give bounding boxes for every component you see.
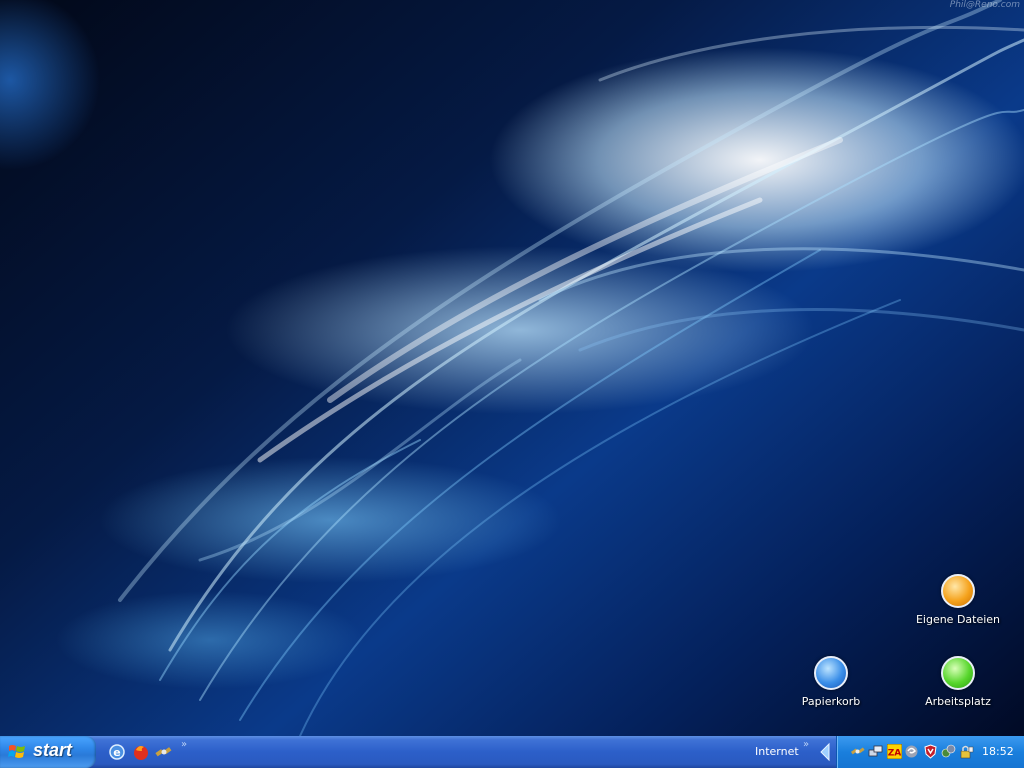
- desktop-icon-label: Papierkorb: [801, 695, 861, 708]
- taskbar-clock[interactable]: 18:52: [982, 745, 1014, 758]
- start-button[interactable]: start: [0, 736, 96, 768]
- desktop-icon-my-documents[interactable]: Eigene Dateien: [913, 574, 1003, 626]
- svg-text:e: e: [113, 746, 120, 759]
- satellite-tray-icon[interactable]: [850, 744, 865, 759]
- quick-launch-chevron-icon[interactable]: »: [181, 739, 187, 750]
- address-toolbar-label: Internet: [755, 745, 799, 758]
- antivirus-shield-icon[interactable]: [923, 744, 938, 759]
- address-toolbar-chevron-icon[interactable]: »: [803, 739, 809, 750]
- taskbar: start e » Internet » ZA 18:52: [0, 736, 1024, 768]
- firefox-icon[interactable]: [131, 742, 151, 762]
- zonealarm-icon[interactable]: ZA: [887, 744, 902, 759]
- network-tray-icon[interactable]: [868, 744, 883, 759]
- start-label: start: [33, 740, 73, 760]
- swirl-tray-icon[interactable]: [904, 744, 919, 759]
- satellite-icon[interactable]: [154, 742, 174, 762]
- my-computer-icon: [941, 656, 975, 690]
- desktop-icon-my-computer[interactable]: Arbeitsplatz: [913, 656, 1003, 708]
- connection-tray-icon[interactable]: [941, 744, 956, 759]
- recycle-bin-icon: [814, 656, 848, 690]
- windows-logo-icon: [8, 745, 25, 758]
- show-hidden-icons-arrow-icon[interactable]: [818, 742, 832, 762]
- wallpaper-watermark: Phil@Reno.com: [949, 0, 1020, 10]
- desktop-icon-label: Arbeitsplatz: [925, 695, 991, 708]
- wallpaper-light-streaks: [118, 0, 1024, 736]
- desktop-icon-recycle-bin[interactable]: Papierkorb: [786, 656, 876, 708]
- desktop-icon-label: Eigene Dateien: [915, 613, 1001, 626]
- internet-explorer-icon[interactable]: e: [107, 742, 127, 762]
- my-documents-icon: [941, 574, 975, 608]
- lock-tray-icon[interactable]: [959, 744, 974, 759]
- desktop[interactable]: Phil@Reno.com Eigene Dateien Papierkorb …: [0, 0, 1024, 736]
- svg-text:ZA: ZA: [888, 749, 902, 759]
